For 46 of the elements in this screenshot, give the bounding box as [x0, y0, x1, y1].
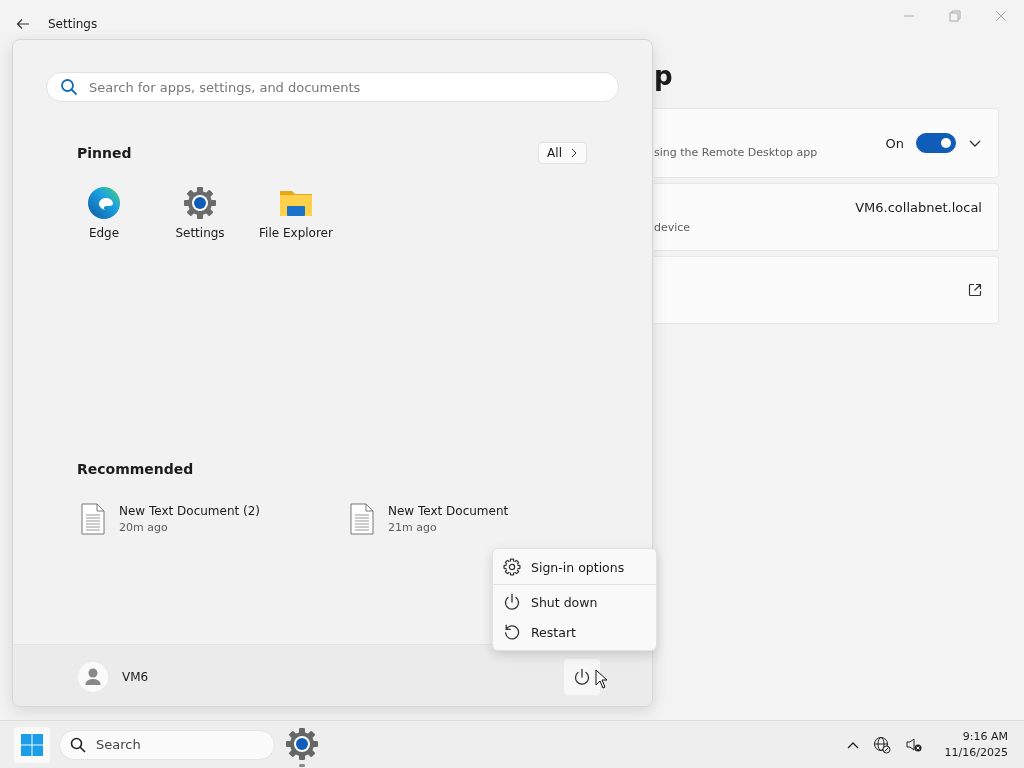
power-icon	[573, 668, 591, 686]
search-icon	[70, 736, 86, 753]
toggle-state-label: On	[885, 135, 904, 151]
pinned-app[interactable]: Settings	[152, 186, 248, 240]
muted-speaker-icon[interactable]	[904, 735, 923, 754]
power-button[interactable]	[564, 659, 600, 695]
pinned-app[interactable]: File Explorer	[248, 186, 344, 240]
power-icon	[503, 593, 521, 611]
back-arrow-icon[interactable]	[16, 18, 30, 30]
taskbar-search-field[interactable]: Search	[59, 729, 275, 760]
menu-item[interactable]: Restart	[493, 617, 656, 647]
chevron-right-icon	[570, 148, 578, 158]
section-title: Pinned	[77, 145, 132, 161]
menu-item[interactable]: Sign-in options	[493, 552, 656, 582]
user-avatar[interactable]	[78, 662, 108, 692]
user-name[interactable]: VM6	[122, 670, 149, 684]
document-name[interactable]: New Text Document (2)	[119, 504, 261, 518]
section-title: Recommended	[77, 461, 194, 477]
running-indicator	[299, 764, 305, 767]
document-icon	[81, 503, 105, 535]
restart-icon	[503, 623, 521, 641]
chevron-up-icon[interactable]	[846, 740, 859, 749]
mouse-pointer-icon	[595, 669, 608, 689]
gear-icon	[183, 186, 217, 220]
app-icon	[87, 186, 121, 220]
page-heading: p	[654, 61, 673, 91]
external-link-icon[interactable]	[968, 283, 982, 297]
gear-icon	[503, 558, 521, 576]
toggle-switch[interactable]	[916, 133, 956, 153]
document-time: 20m ago	[119, 521, 169, 534]
pinned-app[interactable]: Edge	[56, 186, 152, 240]
window-title: Settings	[48, 17, 98, 31]
setting-description: sing the Remote Desktop app	[654, 145, 818, 159]
document-time: 21m ago	[388, 521, 438, 534]
clock[interactable]: 9:16 AM 11/16/2025	[944, 730, 1008, 759]
menu-item[interactable]: Shut down	[493, 587, 656, 617]
settings-app-icon	[285, 727, 319, 761]
start-icon[interactable]	[14, 726, 50, 763]
globe-icon[interactable]	[872, 735, 891, 754]
document-icon	[350, 503, 374, 535]
search-icon	[60, 78, 78, 96]
search-field[interactable]: Search for apps, settings, and documents	[46, 72, 619, 102]
setting-value: VM6.collabnet.local	[855, 199, 982, 215]
setting-description: device	[654, 220, 691, 234]
all-apps-button[interactable]: All	[538, 142, 587, 164]
document-name[interactable]: New Text Document	[388, 504, 509, 518]
